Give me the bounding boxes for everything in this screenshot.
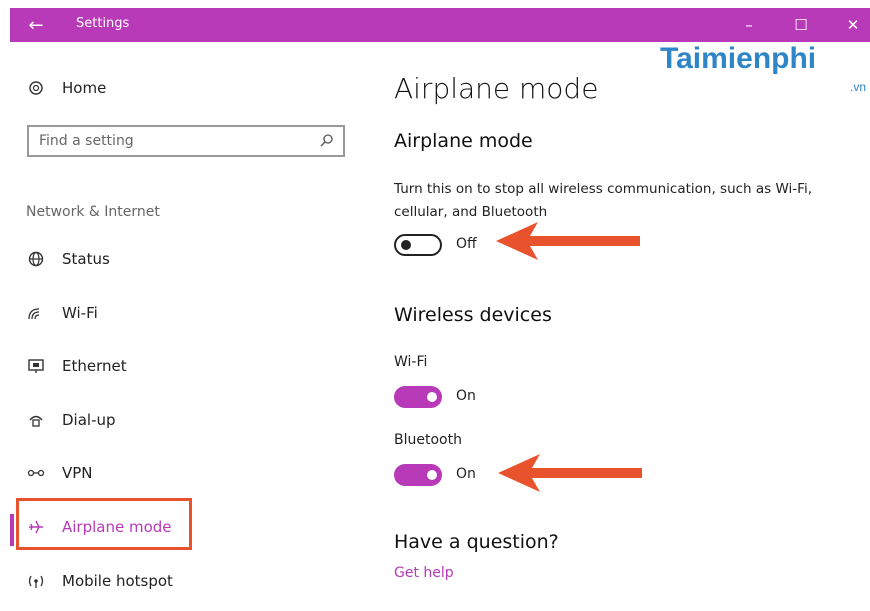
airplane-mode-toggle[interactable] (394, 234, 442, 256)
sidebar-item-label: VPN (62, 464, 93, 482)
sidebar-item-wifi[interactable]: Wi-Fi (26, 298, 98, 328)
sidebar-item-vpn[interactable]: VPN (26, 458, 93, 488)
annotation-highlight-box (16, 498, 192, 550)
toggle-knob (401, 240, 411, 250)
get-help-link[interactable]: Get help (394, 565, 454, 581)
sidebar-item-ethernet[interactable]: Ethernet (26, 351, 127, 381)
sidebar-item-label: Ethernet (62, 357, 127, 375)
search-icon (319, 133, 335, 153)
watermark-suffix: .vn (849, 80, 866, 94)
wifi-state: On (456, 388, 476, 404)
toggle-knob (427, 470, 437, 480)
sidebar-item-label: Wi-Fi (62, 304, 98, 322)
minimize-button[interactable]: – (726, 8, 772, 42)
vpn-icon (26, 463, 46, 483)
airplane-mode-heading: Airplane mode (394, 130, 533, 152)
sidebar-item-home[interactable]: Home (26, 73, 106, 103)
page-title: Airplane mode (394, 72, 599, 105)
watermark-logo: Taimienphi .vn (660, 42, 870, 102)
arrow-left-icon: ← (28, 14, 44, 36)
sidebar-item-label: Dial-up (62, 411, 116, 429)
settings-window: ← Settings – ☐ ✕ Taimienphi .vn Home Fin… (10, 8, 870, 611)
sidebar-item-label: Status (62, 250, 110, 268)
bluetooth-toggle[interactable] (394, 464, 442, 486)
watermark-text: Taimienphi (660, 42, 817, 75)
active-indicator (10, 514, 14, 546)
annotation-arrow-bluetooth (498, 454, 642, 492)
search-placeholder: Find a setting (39, 133, 134, 149)
hotspot-icon (26, 571, 46, 591)
airplane-mode-state: Off (456, 236, 477, 252)
window-title: Settings (76, 16, 130, 31)
search-input[interactable]: Find a setting (27, 125, 345, 157)
back-button[interactable]: ← (10, 8, 62, 42)
sidebar-item-dialup[interactable]: Dial-up (26, 405, 116, 435)
sidebar-item-status[interactable]: Status (26, 244, 110, 274)
close-button[interactable]: ✕ (830, 8, 870, 42)
bluetooth-label: Bluetooth (394, 432, 462, 448)
toggle-knob (427, 392, 437, 402)
sidebar-item-mobile-hotspot[interactable]: Mobile hotspot (26, 566, 173, 596)
wifi-label: Wi-Fi (394, 354, 428, 370)
maximize-button[interactable]: ☐ (778, 8, 824, 42)
annotation-arrow-airplane (496, 222, 640, 260)
sidebar-item-label: Mobile hotspot (62, 572, 173, 590)
sidebar-item-label: Home (62, 79, 107, 97)
question-heading: Have a question? (394, 531, 559, 553)
section-label: Network & Internet (26, 204, 160, 220)
title-bar: ← Settings – ☐ ✕ (10, 8, 870, 42)
wifi-icon (26, 303, 46, 323)
dialup-icon (26, 410, 46, 430)
gear-icon (26, 78, 46, 98)
bluetooth-state: On (456, 466, 476, 482)
wifi-toggle[interactable] (394, 386, 442, 408)
airplane-mode-description: Turn this on to stop all wireless commun… (394, 181, 813, 220)
globe-icon (26, 249, 46, 269)
ethernet-icon (26, 356, 46, 376)
wireless-devices-heading: Wireless devices (394, 304, 552, 326)
